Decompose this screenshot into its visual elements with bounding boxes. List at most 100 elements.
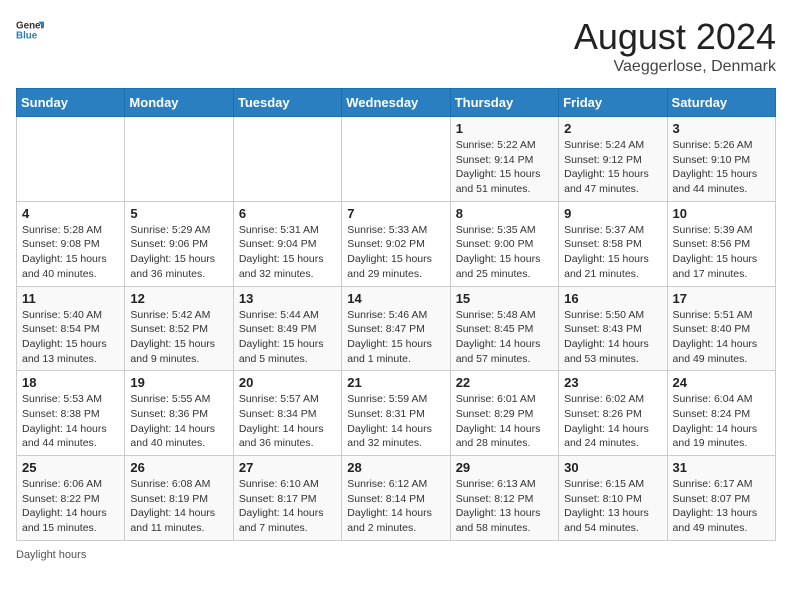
calendar-cell: 10Sunrise: 5:39 AMSunset: 8:56 PMDayligh… — [667, 201, 775, 286]
calendar-cell: 5 Sunrise: 5:29 AMSunset: 9:06 PMDaylight… — [125, 201, 233, 286]
day-number: 27 — [239, 460, 336, 475]
svg-text:Blue: Blue — [16, 30, 38, 41]
calendar-week-4: 18 Sunrise: 5:53 AMSunset: 8:38 PMDayligh… — [17, 371, 776, 456]
day-number: 31 — [673, 460, 770, 475]
day-number: 23 — [564, 375, 661, 390]
calendar-cell: 14 Sunrise: 5:46 AMSunset: 8:47 PMDayligh… — [342, 286, 450, 371]
calendar-dow-monday: Monday — [125, 89, 233, 117]
day-number: 1 — [456, 121, 553, 136]
calendar-cell: 28 Sunrise: 6:12 AMSunset: 8:14 PMDayligh… — [342, 456, 450, 541]
calendar-dow-wednesday: Wednesday — [342, 89, 450, 117]
day-number: 16 — [564, 291, 661, 306]
day-number: 29 — [456, 460, 553, 475]
calendar-week-3: 11Sunrise: 5:40 AMSunset: 8:54 PMDayligh… — [17, 286, 776, 371]
calendar-week-2: 4 Sunrise: 5:28 AMSunset: 9:08 PMDaylight… — [17, 201, 776, 286]
calendar-header-row: SundayMondayTuesdayWednesdayThursdayFrid… — [17, 89, 776, 117]
calendar-table: SundayMondayTuesdayWednesdayThursdayFrid… — [16, 88, 776, 541]
footer: Daylight hours — [16, 549, 776, 561]
day-number: 17 — [673, 291, 770, 306]
day-number: 12 — [130, 291, 227, 306]
day-number: 3 — [673, 121, 770, 136]
day-info: Sunrise: 5:29 AMSunset: 9:06 PMDaylight:… — [130, 223, 227, 282]
day-number: 25 — [22, 460, 119, 475]
day-number: 28 — [347, 460, 444, 475]
calendar-cell: 3Sunrise: 5:26 AMSunset: 9:10 PMDaylight… — [667, 117, 775, 202]
day-number: 4 — [22, 206, 119, 221]
calendar-cell — [17, 117, 125, 202]
day-info: Sunrise: 5:46 AMSunset: 8:47 PMDaylight:… — [347, 308, 444, 367]
day-info: Sunrise: 5:28 AMSunset: 9:08 PMDaylight:… — [22, 223, 119, 282]
calendar-cell: 11Sunrise: 5:40 AMSunset: 8:54 PMDayligh… — [17, 286, 125, 371]
day-number: 6 — [239, 206, 336, 221]
calendar-dow-saturday: Saturday — [667, 89, 775, 117]
calendar-week-5: 25 Sunrise: 6:06 AMSunset: 8:22 PMDayligh… — [17, 456, 776, 541]
calendar-dow-sunday: Sunday — [17, 89, 125, 117]
calendar-cell: 4 Sunrise: 5:28 AMSunset: 9:08 PMDaylight… — [17, 201, 125, 286]
calendar-cell: 22Sunrise: 6:01 AMSunset: 8:29 PMDayligh… — [450, 371, 558, 456]
calendar-cell: 12 Sunrise: 5:42 AMSunset: 8:52 PMDayligh… — [125, 286, 233, 371]
calendar-cell: 8 Sunrise: 5:35 AMSunset: 9:00 PMDaylight… — [450, 201, 558, 286]
logo: General Blue — [16, 16, 44, 44]
day-number: 8 — [456, 206, 553, 221]
day-info: Sunrise: 5:44 AMSunset: 8:49 PMDaylight:… — [239, 308, 336, 367]
day-info: Sunrise: 6:08 AMSunset: 8:19 PMDaylight:… — [130, 477, 227, 536]
calendar-cell: 9Sunrise: 5:37 AMSunset: 8:58 PMDaylight… — [559, 201, 667, 286]
day-number: 26 — [130, 460, 227, 475]
day-info: Sunrise: 6:02 AMSunset: 8:26 PMDaylight:… — [564, 392, 661, 451]
calendar-cell: 16 Sunrise: 5:50 AMSunset: 8:43 PMDayligh… — [559, 286, 667, 371]
day-number: 18 — [22, 375, 119, 390]
day-number: 19 — [130, 375, 227, 390]
calendar-cell: 30Sunrise: 6:15 AMSunset: 8:10 PMDayligh… — [559, 456, 667, 541]
calendar-cell: 21Sunrise: 5:59 AMSunset: 8:31 PMDayligh… — [342, 371, 450, 456]
calendar-cell: 20 Sunrise: 5:57 AMSunset: 8:34 PMDayligh… — [233, 371, 341, 456]
day-number: 24 — [673, 375, 770, 390]
day-number: 15 — [456, 291, 553, 306]
day-number: 9 — [564, 206, 661, 221]
day-info: Sunrise: 5:48 AMSunset: 8:45 PMDaylight:… — [456, 308, 553, 367]
day-info: Sunrise: 6:06 AMSunset: 8:22 PMDaylight:… — [22, 477, 119, 536]
day-info: Sunrise: 5:51 AMSunset: 8:40 PMDaylight:… — [673, 308, 770, 367]
day-info: Sunrise: 6:13 AMSunset: 8:12 PMDaylight:… — [456, 477, 553, 536]
day-number: 7 — [347, 206, 444, 221]
day-number: 14 — [347, 291, 444, 306]
page-header: General Blue August 2024 Vaeggerlose, De… — [16, 16, 776, 76]
day-info: Sunrise: 5:40 AMSunset: 8:54 PMDaylight:… — [22, 308, 119, 367]
day-info: Sunrise: 5:39 AMSunset: 8:56 PMDaylight:… — [673, 223, 770, 282]
day-info: Sunrise: 5:55 AMSunset: 8:36 PMDaylight:… — [130, 392, 227, 451]
calendar-cell: 18 Sunrise: 5:53 AMSunset: 8:38 PMDayligh… — [17, 371, 125, 456]
calendar-cell: 7 Sunrise: 5:33 AMSunset: 9:02 PMDaylight… — [342, 201, 450, 286]
day-info: Sunrise: 5:53 AMSunset: 8:38 PMDaylight:… — [22, 392, 119, 451]
calendar-dow-thursday: Thursday — [450, 89, 558, 117]
day-info: Sunrise: 5:50 AMSunset: 8:43 PMDaylight:… — [564, 308, 661, 367]
day-info: Sunrise: 6:10 AMSunset: 8:17 PMDaylight:… — [239, 477, 336, 536]
calendar-cell: 31 Sunrise: 6:17 AMSunset: 8:07 PMDayligh… — [667, 456, 775, 541]
subtitle: Vaeggerlose, Denmark — [574, 58, 776, 76]
day-info: Sunrise: 5:57 AMSunset: 8:34 PMDaylight:… — [239, 392, 336, 451]
calendar-cell: 19 Sunrise: 5:55 AMSunset: 8:36 PMDayligh… — [125, 371, 233, 456]
day-number: 2 — [564, 121, 661, 136]
main-title: August 2024 — [574, 16, 776, 58]
daylight-label: Daylight hours — [16, 549, 86, 561]
day-info: Sunrise: 6:04 AMSunset: 8:24 PMDaylight:… — [673, 392, 770, 451]
day-number: 21 — [347, 375, 444, 390]
day-info: Sunrise: 5:33 AMSunset: 9:02 PMDaylight:… — [347, 223, 444, 282]
calendar-cell: 26 Sunrise: 6:08 AMSunset: 8:19 PMDayligh… — [125, 456, 233, 541]
day-info: Sunrise: 6:17 AMSunset: 8:07 PMDaylight:… — [673, 477, 770, 536]
day-number: 13 — [239, 291, 336, 306]
calendar-week-1: 1Sunrise: 5:22 AMSunset: 9:14 PMDaylight… — [17, 117, 776, 202]
calendar-cell: 23 Sunrise: 6:02 AMSunset: 8:26 PMDayligh… — [559, 371, 667, 456]
day-info: Sunrise: 6:01 AMSunset: 8:29 PMDaylight:… — [456, 392, 553, 451]
calendar-cell: 25 Sunrise: 6:06 AMSunset: 8:22 PMDayligh… — [17, 456, 125, 541]
day-info: Sunrise: 5:42 AMSunset: 8:52 PMDaylight:… — [130, 308, 227, 367]
calendar-cell: 6 Sunrise: 5:31 AMSunset: 9:04 PMDaylight… — [233, 201, 341, 286]
day-info: Sunrise: 5:35 AMSunset: 9:00 PMDaylight:… — [456, 223, 553, 282]
day-number: 30 — [564, 460, 661, 475]
title-block: August 2024 Vaeggerlose, Denmark — [574, 16, 776, 76]
day-info: Sunrise: 6:12 AMSunset: 8:14 PMDaylight:… — [347, 477, 444, 536]
calendar-cell: 1Sunrise: 5:22 AMSunset: 9:14 PMDaylight… — [450, 117, 558, 202]
calendar-cell: 27 Sunrise: 6:10 AMSunset: 8:17 PMDayligh… — [233, 456, 341, 541]
day-number: 20 — [239, 375, 336, 390]
logo-icon: General Blue — [16, 16, 44, 44]
day-info: Sunrise: 5:31 AMSunset: 9:04 PMDaylight:… — [239, 223, 336, 282]
day-number: 5 — [130, 206, 227, 221]
